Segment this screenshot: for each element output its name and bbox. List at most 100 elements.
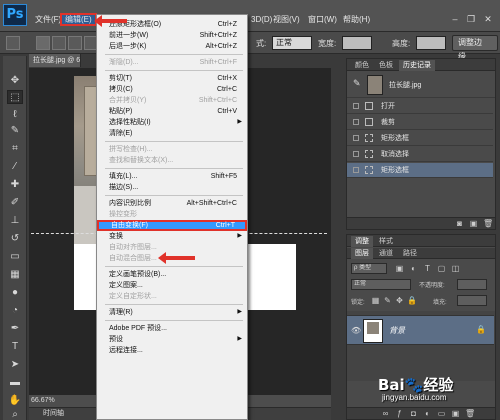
edit-menu-item[interactable]: 描边(S)... <box>97 182 247 193</box>
gradient-tool-icon[interactable]: ▦ <box>7 268 23 282</box>
height-field[interactable] <box>416 36 446 50</box>
tab-history[interactable]: 历史记录 <box>399 60 435 71</box>
opacity-field[interactable] <box>457 279 487 290</box>
move-tool-icon[interactable]: ✥ <box>7 74 23 88</box>
menu-help[interactable]: 帮助(H) <box>340 13 373 26</box>
shape-tool-icon[interactable]: ▬ <box>7 376 23 390</box>
zoom-tool-icon[interactable]: ⌕ <box>7 408 23 420</box>
group-icon[interactable]: ▭ <box>437 409 446 418</box>
new-layer-icon[interactable]: ▣ <box>451 409 460 418</box>
lasso-tool-icon[interactable]: ℓ <box>7 108 23 122</box>
marquee-tool-preset-icon[interactable] <box>6 36 20 50</box>
edit-menu-item: 自动对齐图层... <box>97 242 247 253</box>
edit-menu-item[interactable]: 选择性粘贴(I) ▶ <box>97 117 247 128</box>
tab-styles[interactable]: 样式 <box>375 236 397 247</box>
edit-menu-item[interactable]: 后退一步(K) Alt+Ctrl+Z <box>97 41 247 52</box>
delete-layer-icon[interactable]: 🗑 <box>465 409 475 418</box>
link-layers-icon[interactable]: ∞ <box>381 409 390 418</box>
restore-icon[interactable]: ❐ <box>464 13 478 25</box>
adjustment-filter-icon[interactable]: ◐ <box>409 264 418 273</box>
shape-filter-icon[interactable]: ▢ <box>437 264 446 273</box>
add-selection-icon[interactable] <box>52 36 66 50</box>
layer-mask-icon[interactable]: ◘ <box>409 409 418 418</box>
smart-object-filter-icon[interactable]: ◫ <box>451 264 460 273</box>
history-step[interactable]: 打开 <box>347 99 493 114</box>
lock-pixels-icon[interactable]: ▦ <box>371 296 380 305</box>
layer-style-icon[interactable]: ƒ <box>395 409 404 418</box>
pen-tool-icon[interactable]: ✒ <box>7 322 23 336</box>
history-step-selected[interactable]: 矩形选框 <box>347 163 493 178</box>
history-brush-tool-icon[interactable]: ↺ <box>7 232 23 246</box>
camera-icon[interactable]: ▣ <box>469 219 478 228</box>
menu-view[interactable]: 视图(V) <box>270 13 303 26</box>
lock-all-icon[interactable]: 🔒 <box>407 296 417 305</box>
edit-menu-item[interactable]: 定义画笔预设(B)... <box>97 269 247 280</box>
new-selection-icon[interactable] <box>36 36 50 50</box>
clone-stamp-tool-icon[interactable]: ⊥ <box>7 214 23 228</box>
eyedropper-tool-icon[interactable]: ⁄ <box>7 160 23 174</box>
layer-kind-filter[interactable]: ρ 类型 <box>351 263 387 274</box>
menu-window[interactable]: 窗口(W) <box>305 13 340 26</box>
crop-tool-icon[interactable]: ⌗ <box>7 142 23 156</box>
edit-menu-item[interactable]: 拷贝(C) Ctrl+C <box>97 84 247 95</box>
edit-menu-item[interactable]: 清理(R) ▶ <box>97 307 247 318</box>
menu-item-free-transform[interactable]: 自由变换(F) Ctrl+T <box>97 220 247 231</box>
trash-icon[interactable]: 🗑 <box>483 219 493 228</box>
menu-item-label: 选择性粘贴(I) <box>109 119 151 126</box>
hand-tool-icon[interactable]: ✋ <box>7 394 23 408</box>
subtract-selection-icon[interactable] <box>68 36 82 50</box>
edit-menu-item[interactable]: 远程连接... <box>97 345 247 356</box>
menu-item-label: 查找和替换文本(X)... <box>109 157 174 164</box>
history-step[interactable]: 裁剪 <box>347 115 493 130</box>
lock-paint-icon[interactable]: ✎ <box>383 296 392 305</box>
edit-menu-item[interactable]: 预设 ▶ <box>97 334 247 345</box>
menu-item-shortcut: Ctrl+Z <box>217 21 237 28</box>
history-step[interactable]: 矩形选框 <box>347 131 493 146</box>
history-snapshot[interactable]: ✎ 拉长腿.jpg <box>347 72 495 98</box>
dodge-tool-icon[interactable]: ◔ <box>7 304 23 318</box>
tab-color[interactable]: 颜色 <box>351 60 373 71</box>
minimize-icon[interactable]: – <box>448 13 462 25</box>
edit-menu-item[interactable]: 内容识别比例 Alt+Shift+Ctrl+C <box>97 198 247 209</box>
refine-edge-button[interactable]: 调整边缘... <box>452 35 498 61</box>
close-icon[interactable]: ✕ <box>481 13 495 25</box>
type-tool-icon[interactable]: T <box>7 340 23 354</box>
fill-field[interactable] <box>457 295 487 306</box>
tab-swatches[interactable]: 色板 <box>375 60 397 71</box>
menu-edit[interactable]: 编辑(E) <box>60 13 97 26</box>
adjustment-layer-icon[interactable]: ◐ <box>423 409 432 418</box>
new-snapshot-icon[interactable]: ◙ <box>455 219 464 228</box>
document-icon <box>365 102 373 110</box>
pixel-filter-icon[interactable]: ▣ <box>395 264 404 273</box>
edit-menu-item[interactable]: 前进一步(W) Shift+Ctrl+Z <box>97 30 247 41</box>
edit-menu-item[interactable]: 剪切(T) Ctrl+X <box>97 73 247 84</box>
path-select-tool-icon[interactable]: ➤ <box>7 358 23 372</box>
edit-menu-item[interactable]: 粘贴(P) Ctrl+V <box>97 106 247 117</box>
blur-tool-icon[interactable]: ● <box>7 286 23 300</box>
blend-mode-select[interactable]: 正常 <box>351 279 411 290</box>
marquee-tool-icon[interactable]: ⬚ <box>7 90 23 104</box>
history-step[interactable]: 取消选择 <box>347 147 493 162</box>
lock-position-icon[interactable]: ✥ <box>395 296 404 305</box>
tab-adjustments[interactable]: 调整 <box>351 236 373 247</box>
document-tab[interactable]: 拉长腿.jpg @ 66.7% (RGB/8) <box>29 54 81 67</box>
edit-menu-item[interactable]: Adobe PDF 预设... <box>97 323 247 334</box>
edit-menu-item[interactable]: 变换 ▶ <box>97 231 247 242</box>
layer-row-background[interactable]: 👁 背景 🔒 <box>347 315 494 345</box>
tab-channels[interactable]: 通道 <box>375 248 397 259</box>
quick-select-tool-icon[interactable]: ✎ <box>7 124 23 138</box>
healing-brush-tool-icon[interactable]: ✚ <box>7 178 23 192</box>
type-filter-icon[interactable]: T <box>423 264 432 273</box>
eraser-tool-icon[interactable]: ▭ <box>7 250 23 264</box>
menu-item-label: 内容识别比例 <box>109 200 151 207</box>
edit-menu-item[interactable]: 定义图案... <box>97 280 247 291</box>
visibility-eye-icon[interactable]: 👁 <box>351 326 361 335</box>
menu-item-label: 渐隐(D)... <box>109 59 139 66</box>
tab-layers[interactable]: 图层 <box>351 248 373 259</box>
edit-menu-item[interactable]: 清除(E) <box>97 128 247 139</box>
style-select[interactable]: 正常 <box>272 36 312 50</box>
brush-tool-icon[interactable]: ✐ <box>7 196 23 210</box>
edit-menu-item[interactable]: 填充(L)... Shift+F5 <box>97 171 247 182</box>
tab-paths[interactable]: 路径 <box>399 248 421 259</box>
width-field[interactable] <box>342 36 372 50</box>
